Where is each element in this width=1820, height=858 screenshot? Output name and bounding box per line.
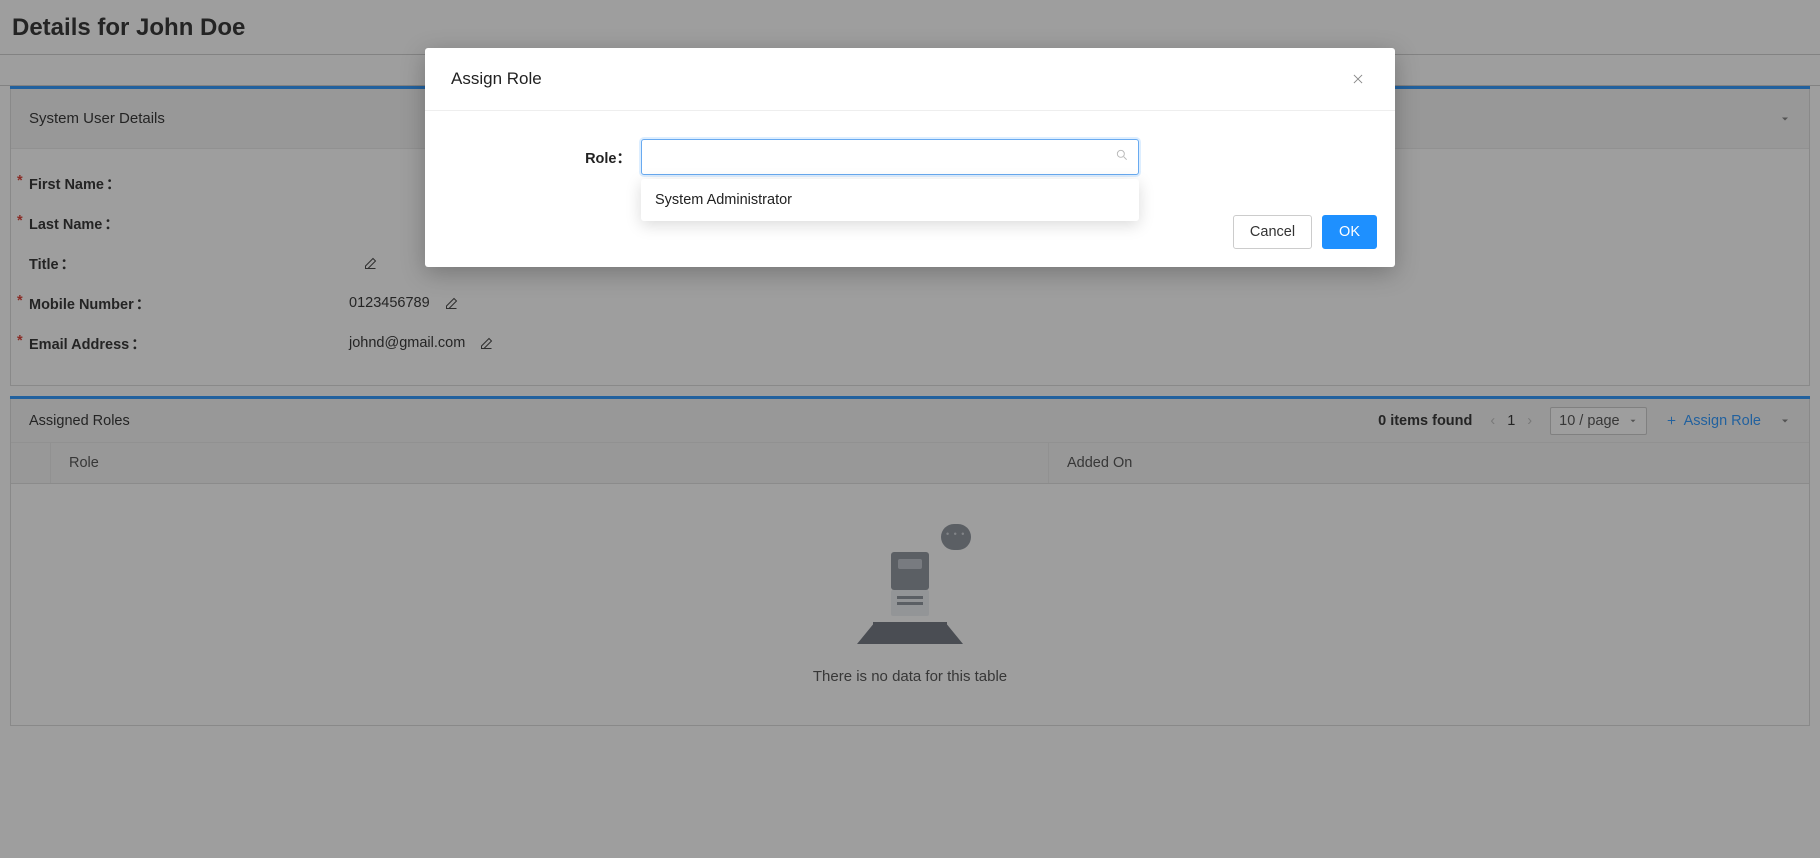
ok-button[interactable]: OK bbox=[1322, 215, 1377, 249]
role-option[interactable]: System Administrator bbox=[641, 183, 1139, 217]
role-field-label: Role bbox=[585, 151, 616, 167]
role-dropdown: System Administrator bbox=[641, 179, 1139, 221]
role-search-input[interactable] bbox=[641, 139, 1139, 175]
cancel-button[interactable]: Cancel bbox=[1233, 215, 1312, 249]
role-select[interactable]: System Administrator bbox=[641, 139, 1139, 175]
close-icon[interactable] bbox=[1347, 68, 1369, 90]
assign-role-modal: Assign Role Role： System Administrator bbox=[425, 48, 1395, 267]
modal-title: Assign Role bbox=[451, 69, 542, 89]
page-root: Details for John Doe System User Details… bbox=[0, 0, 1820, 858]
search-icon bbox=[1115, 148, 1129, 166]
